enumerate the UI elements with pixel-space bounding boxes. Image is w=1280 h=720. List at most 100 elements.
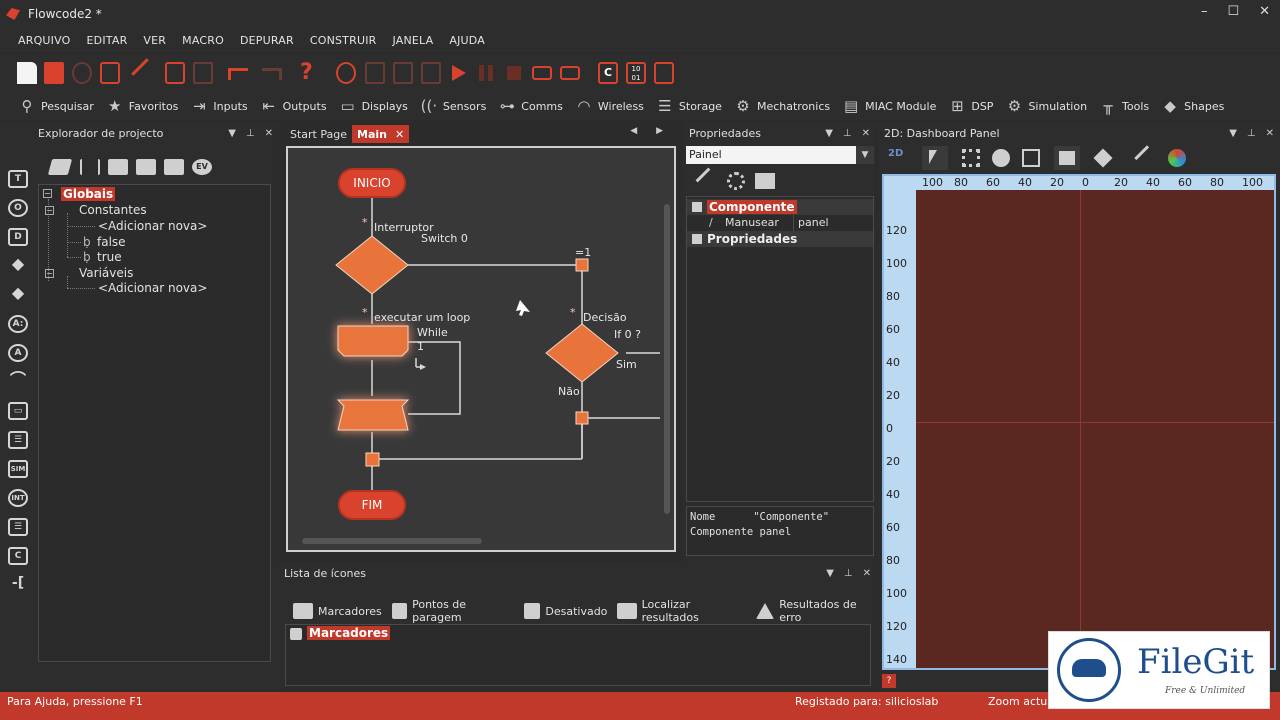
- panel-menu-button[interactable]: ▼: [228, 128, 236, 139]
- palette-component-macro-icon[interactable]: A:: [8, 315, 28, 333]
- compile-c-icon[interactable]: C: [598, 62, 618, 84]
- cut-icon[interactable]: [131, 58, 161, 88]
- step-out-icon[interactable]: [421, 62, 441, 84]
- run-icon[interactable]: [452, 65, 466, 81]
- flowchart-editor[interactable]: INICIO FIM * Interruptor Switch 0 =1 * e…: [286, 146, 676, 552]
- category-displays[interactable]: ▭ Displays: [339, 98, 407, 114]
- help-icon[interactable]: ?: [300, 62, 320, 84]
- category-shapes[interactable]: ◆ Shapes: [1161, 98, 1224, 114]
- tree-node-globais[interactable]: Globais: [61, 187, 116, 201]
- category-sensors[interactable]: ((· Sensors: [420, 98, 487, 114]
- scroll-thumb[interactable]: [664, 204, 670, 514]
- panel-menu-button[interactable]: ▼: [825, 128, 833, 139]
- dashboard-canvas[interactable]: 100 80 60 40 20 0 20 40 60 80 100 120 10…: [882, 174, 1276, 670]
- tree-collapse-icon[interactable]: −: [45, 206, 54, 215]
- rotate-icon[interactable]: [992, 149, 1010, 167]
- pin-icon[interactable]: ⊥: [1247, 128, 1256, 139]
- chip-icon[interactable]: [755, 173, 775, 189]
- redo-icon[interactable]: [262, 68, 282, 80]
- category-tools[interactable]: ╥ Tools: [1099, 98, 1150, 114]
- menu-editar[interactable]: EDITAR: [79, 34, 136, 47]
- components-icon[interactable]: [164, 159, 184, 175]
- wrench-icon[interactable]: [695, 167, 723, 195]
- category-wireless[interactable]: ◠ Wireless: [575, 98, 644, 114]
- panel-menu-button[interactable]: ▼: [1229, 128, 1237, 139]
- category-mechatronics[interactable]: ⚙ Mechatronics: [734, 98, 830, 114]
- tab-pontos-de-paragem[interactable]: Pontos de paragem: [391, 598, 515, 624]
- collapse-icon[interactable]: [692, 234, 702, 244]
- category-dsp[interactable]: ⊞ DSP: [948, 98, 993, 114]
- panel-close-button[interactable]: ✕: [863, 568, 871, 579]
- palette-delay-icon[interactable]: D: [8, 228, 28, 246]
- step-into-icon[interactable]: [365, 62, 385, 84]
- palette-macro-icon[interactable]: A: [8, 344, 28, 362]
- palette-comment-icon[interactable]: ☰: [8, 518, 28, 536]
- property-row[interactable]: / Manusear panel: [687, 215, 873, 231]
- view-2d-icon[interactable]: 2D: [888, 148, 903, 159]
- palette-label-icon[interactable]: -[: [8, 576, 28, 594]
- constants-icon[interactable]: [108, 159, 128, 175]
- bug-icon[interactable]: [336, 62, 356, 84]
- close-button[interactable]: ✕: [1259, 4, 1270, 19]
- category-inputs[interactable]: ⇥ Inputs: [190, 98, 248, 114]
- menu-ajuda[interactable]: AJUDA: [441, 34, 493, 47]
- panel-close-button[interactable]: ✕: [862, 128, 870, 139]
- move-icon[interactable]: [727, 172, 745, 190]
- ports-icon[interactable]: [47, 159, 73, 175]
- category-componente[interactable]: Componente: [687, 199, 873, 215]
- cube-icon[interactable]: [1093, 148, 1113, 168]
- snap-icon[interactable]: [1054, 146, 1080, 170]
- tree-node-true[interactable]: true: [97, 250, 122, 264]
- tab-desativado[interactable]: Desativado: [524, 598, 607, 624]
- chevron-down-icon[interactable]: ▼: [856, 146, 874, 164]
- panel-close-button[interactable]: ✕: [1266, 128, 1274, 139]
- help-icon[interactable]: ?: [882, 674, 896, 688]
- stop-icon[interactable]: [507, 66, 521, 80]
- maximize-button[interactable]: ☐: [1227, 4, 1239, 19]
- tab-resultados-de-erro[interactable]: Resultados de erro: [756, 598, 877, 624]
- tree-collapse-icon[interactable]: −: [43, 189, 52, 198]
- menu-depurar[interactable]: DEPURAR: [232, 34, 302, 47]
- pin-icon[interactable]: ⊥: [246, 128, 255, 139]
- end-terminal[interactable]: FIM: [338, 490, 406, 520]
- tab-scroll-arrows[interactable]: ◀ ▶: [630, 126, 671, 136]
- paste-icon[interactable]: [193, 62, 213, 84]
- undo-icon[interactable]: [228, 68, 248, 80]
- open-folder-icon[interactable]: [44, 62, 64, 84]
- events-icon[interactable]: EV: [192, 159, 212, 175]
- category-favoritos[interactable]: ★ Favoritos: [106, 98, 178, 114]
- tab-main[interactable]: Main ✕: [352, 125, 410, 143]
- scale-icon[interactable]: [1022, 149, 1040, 167]
- category-propriedades[interactable]: Propriedades: [687, 231, 873, 247]
- menu-macro[interactable]: MACRO: [174, 34, 232, 47]
- category-outputs[interactable]: ⇤ Outputs: [260, 98, 326, 114]
- tree-node-false[interactable]: false: [97, 235, 126, 249]
- tree-node-add-variable[interactable]: <Adicionar nova>: [98, 281, 207, 295]
- pin-icon[interactable]: ⊥: [844, 568, 853, 579]
- pin-icon[interactable]: ⊥: [843, 128, 852, 139]
- palette-output-icon[interactable]: O: [8, 199, 28, 217]
- move-icon[interactable]: [962, 149, 980, 167]
- tab-localizar-resultados[interactable]: Localizar resultados: [617, 598, 746, 624]
- chip-icon[interactable]: [560, 66, 580, 80]
- menu-ver[interactable]: VER: [135, 34, 174, 47]
- chip-download-icon[interactable]: [532, 66, 552, 80]
- tree-node-variaveis[interactable]: Variáveis: [79, 266, 133, 280]
- tree-collapse-icon[interactable]: −: [45, 269, 54, 278]
- category-miac-module[interactable]: ▤ MIAC Module: [842, 98, 936, 114]
- palette-code-icon[interactable]: ☰: [8, 431, 28, 449]
- panel-menu-button[interactable]: ▼: [826, 568, 834, 579]
- category-simulation[interactable]: ⚙ Simulation: [1005, 98, 1087, 114]
- compile-hex-icon[interactable]: 10 01: [626, 62, 646, 84]
- palette-calculation-icon[interactable]: T: [8, 170, 28, 188]
- category-storage[interactable]: ☰ Storage: [656, 98, 722, 114]
- transfer-icon[interactable]: [654, 62, 674, 84]
- palette-decision-icon[interactable]: ◆: [8, 256, 28, 275]
- minimize-button[interactable]: –: [1201, 4, 1208, 19]
- tab-marcadores[interactable]: Marcadores: [293, 598, 382, 624]
- save-icon[interactable]: [100, 62, 120, 84]
- category-comms[interactable]: ⊶ Comms: [498, 98, 563, 114]
- menu-janela[interactable]: JANELA: [384, 34, 441, 47]
- palette-sim-icon[interactable]: SIM: [8, 460, 28, 478]
- menu-construir[interactable]: CONSTRUIR: [302, 34, 385, 47]
